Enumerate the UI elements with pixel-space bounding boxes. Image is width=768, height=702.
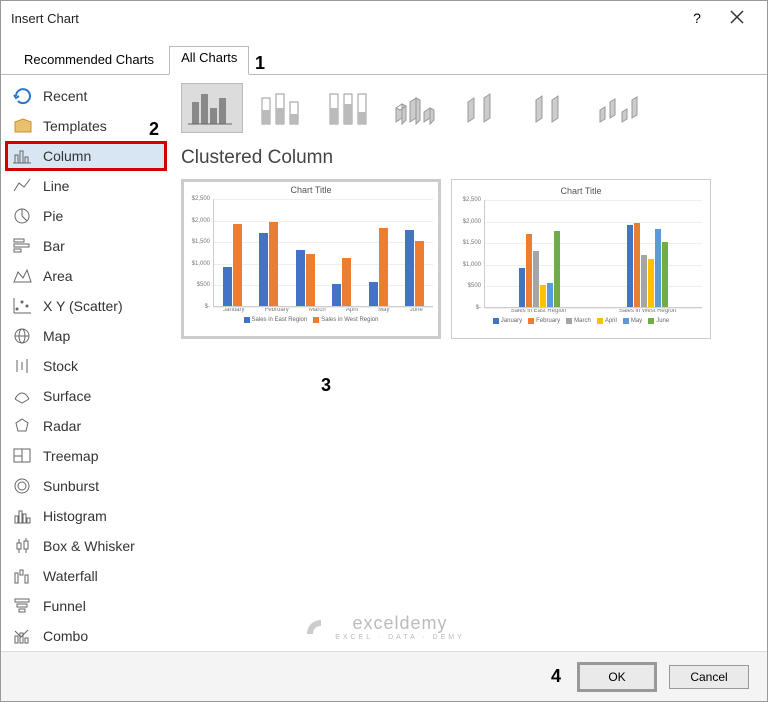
sidebar-item-label: Waterfall [43, 568, 98, 584]
bar-icon [13, 237, 33, 255]
stock-icon [13, 357, 33, 375]
sidebar-item-sunburst[interactable]: Sunburst [5, 471, 167, 501]
preview-title: Chart Title [456, 186, 706, 196]
dialog-footer: 4 OK Cancel [1, 651, 767, 701]
tab-all-charts[interactable]: All Charts [169, 46, 249, 75]
map-icon [13, 327, 33, 345]
sidebar-item-label: Surface [43, 388, 91, 404]
sidebar-item-map[interactable]: Map [5, 321, 167, 351]
area-icon [13, 267, 33, 285]
subtype-3d-clustered[interactable] [385, 83, 447, 133]
sidebar-item-histogram[interactable]: Histogram [5, 501, 167, 531]
sidebar-item-boxwhisker[interactable]: Box & Whisker [5, 531, 167, 561]
sidebar-item-label: Templates [43, 118, 107, 134]
titlebar: Insert Chart ? [1, 1, 767, 35]
column-icon [13, 147, 33, 165]
dialog-title: Insert Chart [11, 11, 677, 26]
sidebar-item-label: Box & Whisker [43, 538, 135, 554]
histogram-icon [13, 507, 33, 525]
watermark: exceldemyEXCEL · DATA · DEMY [1, 613, 767, 641]
boxwhisker-icon [13, 537, 33, 555]
chart-previews: Chart Title $-$500$1,000$1,500$2,000$2,5… [181, 179, 757, 339]
annotation-step-4: 4 [551, 666, 561, 687]
sidebar-item-label: Pie [43, 208, 63, 224]
annotation-step-3: 3 [321, 375, 331, 396]
sidebar-item-label: Recent [43, 88, 87, 104]
tab-strip: Recommended Charts All Charts [1, 41, 767, 75]
sidebar-item-stock[interactable]: Stock [5, 351, 167, 381]
templates-icon [13, 117, 33, 135]
chart-subtype-name: Clustered Column [181, 147, 757, 169]
watermark-icon [303, 614, 329, 640]
chart-preview-1[interactable]: Chart Title $-$500$1,000$1,500$2,000$2,5… [181, 179, 441, 339]
sidebar-item-label: Sunburst [43, 478, 99, 494]
subtype-clustered-column[interactable] [181, 83, 243, 133]
annotation-step-1: 1 [255, 53, 265, 74]
chart-type-sidebar: Recent Templates Column Line Pie Bar Are… [1, 75, 171, 645]
sidebar-item-line[interactable]: Line [5, 171, 167, 201]
sidebar-item-label: Area [43, 268, 73, 284]
sidebar-item-label: X Y (Scatter) [43, 298, 123, 314]
sidebar-item-label: Stock [43, 358, 78, 374]
annotation-step-2: 2 [149, 119, 159, 140]
subtype-3d-100-stacked[interactable] [521, 83, 583, 133]
help-button[interactable]: ? [677, 10, 717, 26]
sidebar-item-area[interactable]: Area [5, 261, 167, 291]
preview-title: Chart Title [185, 185, 437, 195]
treemap-icon [13, 447, 33, 465]
chart-area: $-$500$1,000$1,500$2,000$2,500 [213, 199, 433, 307]
sidebar-item-column[interactable]: Column [5, 141, 167, 171]
sidebar-item-waterfall[interactable]: Waterfall [5, 561, 167, 591]
subtype-3d-column[interactable] [589, 83, 651, 133]
sidebar-item-label: Line [43, 178, 69, 194]
sidebar-item-label: Histogram [43, 508, 107, 524]
sidebar-item-scatter[interactable]: X Y (Scatter) [5, 291, 167, 321]
subtype-3d-stacked[interactable] [453, 83, 515, 133]
subtype-stacked-column[interactable] [249, 83, 311, 133]
sidebar-item-label: Column [43, 148, 91, 164]
dialog-body: Recent Templates Column Line Pie Bar Are… [1, 75, 767, 645]
chart-area: $-$500$1,000$1,500$2,000$2,500 [484, 200, 702, 308]
ok-button[interactable]: OK [577, 662, 657, 692]
close-button[interactable] [717, 10, 757, 27]
sidebar-item-label: Bar [43, 238, 65, 254]
chart-preview-2[interactable]: Chart Title $-$500$1,000$1,500$2,000$2,5… [451, 179, 711, 339]
sidebar-item-treemap[interactable]: Treemap [5, 441, 167, 471]
sidebar-item-label: Radar [43, 418, 81, 434]
surface-icon [13, 387, 33, 405]
sidebar-item-bar[interactable]: Bar [5, 231, 167, 261]
recent-icon [13, 87, 33, 105]
subtype-100-stacked-column[interactable] [317, 83, 379, 133]
sidebar-item-label: Funnel [43, 598, 86, 614]
sidebar-item-radar[interactable]: Radar [5, 411, 167, 441]
pie-icon [13, 207, 33, 225]
sidebar-item-surface[interactable]: Surface [5, 381, 167, 411]
sidebar-item-pie[interactable]: Pie [5, 201, 167, 231]
chart-main-panel: Clustered Column Chart Title $-$500$1,00… [171, 75, 767, 645]
radar-icon [13, 417, 33, 435]
sidebar-item-recent[interactable]: Recent [5, 81, 167, 111]
insert-chart-dialog: Insert Chart ? Recommended Charts All Ch… [0, 0, 768, 702]
scatter-icon [13, 297, 33, 315]
sidebar-item-label: Treemap [43, 448, 99, 464]
waterfall-icon [13, 567, 33, 585]
sidebar-item-label: Map [43, 328, 70, 344]
tab-recommended[interactable]: Recommended Charts [9, 45, 169, 74]
close-icon [730, 10, 744, 24]
sunburst-icon [13, 477, 33, 495]
cancel-button[interactable]: Cancel [669, 665, 749, 689]
sidebar-item-templates[interactable]: Templates [5, 111, 167, 141]
line-icon [13, 177, 33, 195]
subtype-row [181, 83, 757, 133]
